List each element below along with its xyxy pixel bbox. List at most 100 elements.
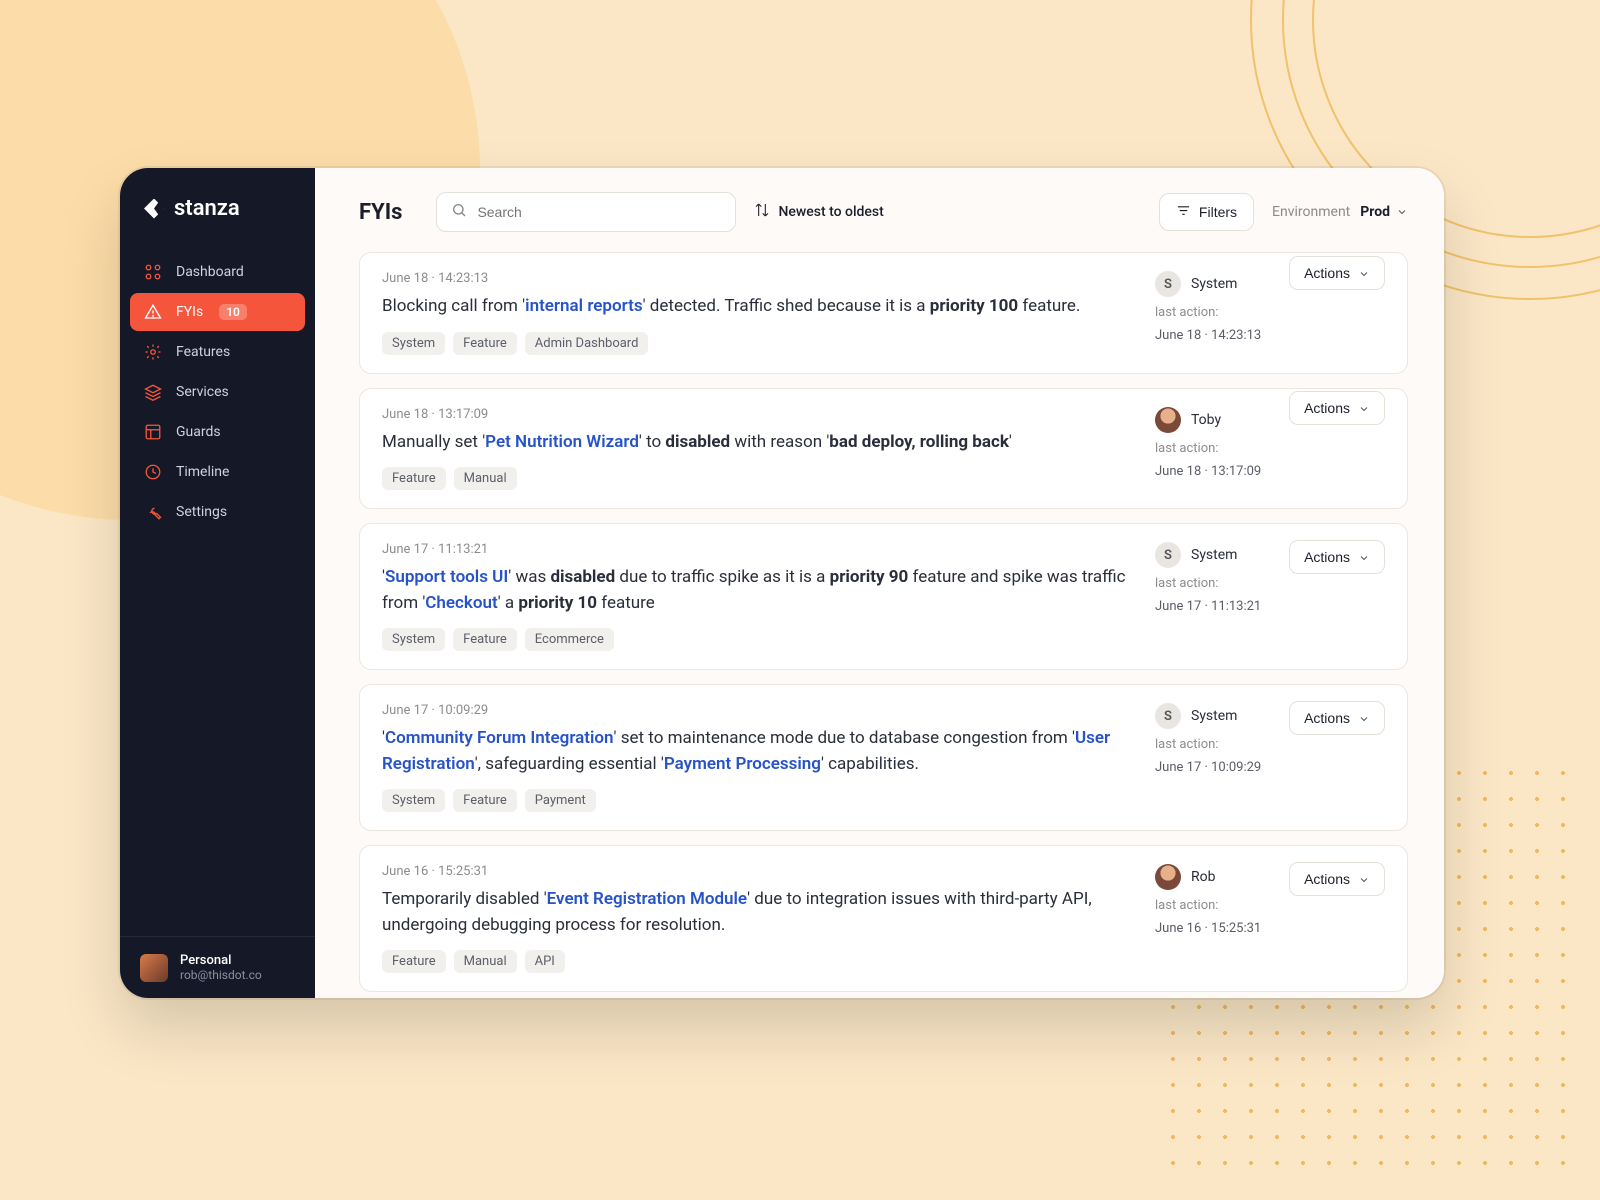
tag: Feature <box>382 950 446 973</box>
actor-name: System <box>1191 708 1237 724</box>
card-actor: S System <box>1155 703 1275 729</box>
card-timestamp: June 16 · 15:25:31 <box>382 864 1131 879</box>
topbar: FYIs Newest to oldest Filters <box>315 168 1444 252</box>
card-actor: SSystem <box>1155 542 1275 568</box>
actions-label: Actions <box>1304 549 1350 565</box>
last-action-label: last action: <box>1155 898 1275 913</box>
search-icon <box>451 202 467 222</box>
last-action-time: June 17 · 11:13:21 <box>1155 599 1275 614</box>
chevron-down-icon <box>1358 551 1370 563</box>
fyi-card: June 18 · 13:17:09Manually set 'Pet Nutr… <box>359 388 1408 510</box>
tag: Feature <box>453 332 517 355</box>
brand: stanza <box>120 196 315 253</box>
card-actor: Rob <box>1155 864 1275 890</box>
fyi-card: June 17 · 11:13:21 'Support tools UI' was… <box>359 523 1408 670</box>
sort-toggle[interactable]: Newest to oldest <box>754 202 883 222</box>
search-input[interactable] <box>477 204 721 220</box>
system-avatar: S <box>1155 271 1181 297</box>
actor-name: System <box>1191 276 1237 292</box>
sidebar: stanza Dashboard FYIs10 Features Services Gu… <box>120 168 315 998</box>
card-tags: SystemFeatureEcommerce <box>382 628 1131 651</box>
clock-icon <box>144 463 162 481</box>
dashboard-icon <box>144 263 162 281</box>
environment-picker[interactable]: Environment Prod <box>1272 204 1408 220</box>
actions-button[interactable]: Actions <box>1289 701 1385 735</box>
tag: Feature <box>453 789 517 812</box>
card-actor: Toby <box>1155 407 1275 433</box>
tag: Admin Dashboard <box>525 332 649 355</box>
sidebar-item-services[interactable]: Services <box>130 373 305 411</box>
actions-label: Actions <box>1304 710 1350 726</box>
actions-label: Actions <box>1304 265 1350 281</box>
chevron-down-icon <box>1358 402 1370 414</box>
account-name: Personal <box>180 953 262 968</box>
actions-button[interactable]: Actions <box>1289 862 1385 896</box>
fyi-card: June 17 · 10:09:29 'Community Forum Integ… <box>359 684 1408 831</box>
fyi-list: June 18 · 14:23:13 Blocking call from 'in… <box>315 252 1444 998</box>
tag: Feature <box>453 628 517 651</box>
sidebar-item-dashboard[interactable]: Dashboard <box>130 253 305 291</box>
card-timestamp: June 18 · 13:17:09 <box>382 407 1131 422</box>
chevron-down-icon <box>1358 873 1370 885</box>
actions-button[interactable]: Actions <box>1289 256 1385 290</box>
actions-button[interactable]: Actions <box>1289 391 1385 425</box>
system-avatar: S <box>1155 703 1181 729</box>
card-tags: FeatureManual <box>382 467 1131 490</box>
layers-icon <box>144 383 162 401</box>
sidebar-item-label: Services <box>176 384 229 400</box>
brand-logo-icon <box>144 199 164 219</box>
main-panel: FYIs Newest to oldest Filters <box>315 168 1444 998</box>
card-actor: S System <box>1155 271 1275 297</box>
last-action-time: June 17 · 10:09:29 <box>1155 760 1275 775</box>
environment-value: Prod <box>1360 204 1390 220</box>
layout-icon <box>144 423 162 441</box>
tag: System <box>382 789 445 812</box>
actions-label: Actions <box>1304 400 1350 416</box>
search-input-wrap[interactable] <box>436 192 736 232</box>
chevron-down-icon <box>1396 206 1408 218</box>
sidebar-item-settings[interactable]: Settings <box>130 493 305 531</box>
actions-button[interactable]: Actions <box>1289 540 1385 574</box>
avatar <box>1155 407 1181 433</box>
gear-icon <box>144 343 162 361</box>
account-email: rob@thisdot.co <box>180 968 262 982</box>
sidebar-item-label: FYIs <box>176 304 203 320</box>
sidebar-item-label: Features <box>176 344 230 360</box>
tag: Manual <box>454 950 517 973</box>
sidebar-item-fyis[interactable]: FYIs10 <box>130 293 305 331</box>
card-timestamp: June 17 · 11:13:21 <box>382 542 1131 557</box>
sidebar-item-label: Guards <box>176 424 221 440</box>
actor-name: Toby <box>1191 412 1221 428</box>
actions-label: Actions <box>1304 871 1350 887</box>
last-action-time: June 18 · 14:23:13 <box>1155 328 1275 343</box>
tag: Ecommerce <box>525 628 614 651</box>
last-action-time: June 16 · 15:25:31 <box>1155 921 1275 936</box>
sidebar-item-timeline[interactable]: Timeline <box>130 453 305 491</box>
fyi-card: June 16 · 15:25:31Temporarily disabled '… <box>359 845 1408 992</box>
last-action-label: last action: <box>1155 305 1275 320</box>
avatar <box>140 954 168 982</box>
card-message: 'Support tools UI' was disabled due to t… <box>382 565 1131 616</box>
last-action-time: June 18 · 13:17:09 <box>1155 464 1275 479</box>
tag: API <box>525 950 565 973</box>
card-timestamp: June 18 · 14:23:13 <box>382 271 1131 286</box>
fyi-card: June 18 · 14:23:13 Blocking call from 'in… <box>359 252 1408 374</box>
brand-name: stanza <box>174 196 240 221</box>
last-action-label: last action: <box>1155 737 1275 752</box>
filter-icon <box>1176 203 1191 221</box>
sidebar-item-guards[interactable]: Guards <box>130 413 305 451</box>
last-action-label: last action: <box>1155 576 1275 591</box>
actor-name: Rob <box>1191 869 1215 885</box>
filters-button[interactable]: Filters <box>1159 193 1254 231</box>
sidebar-item-label: Dashboard <box>176 264 244 280</box>
sidebar-item-features[interactable]: Features <box>130 333 305 371</box>
tag: Payment <box>525 789 596 812</box>
chevron-down-icon <box>1358 712 1370 724</box>
page-title: FYIs <box>359 200 402 225</box>
card-message: Blocking call from 'internal reports' de… <box>382 294 1131 320</box>
tag: System <box>382 332 445 355</box>
sidebar-account[interactable]: Personal rob@thisdot.co <box>120 936 315 998</box>
sort-label: Newest to oldest <box>778 204 883 220</box>
card-message: 'Community Forum Integration' set to mai… <box>382 726 1131 777</box>
sort-icon <box>754 202 770 222</box>
